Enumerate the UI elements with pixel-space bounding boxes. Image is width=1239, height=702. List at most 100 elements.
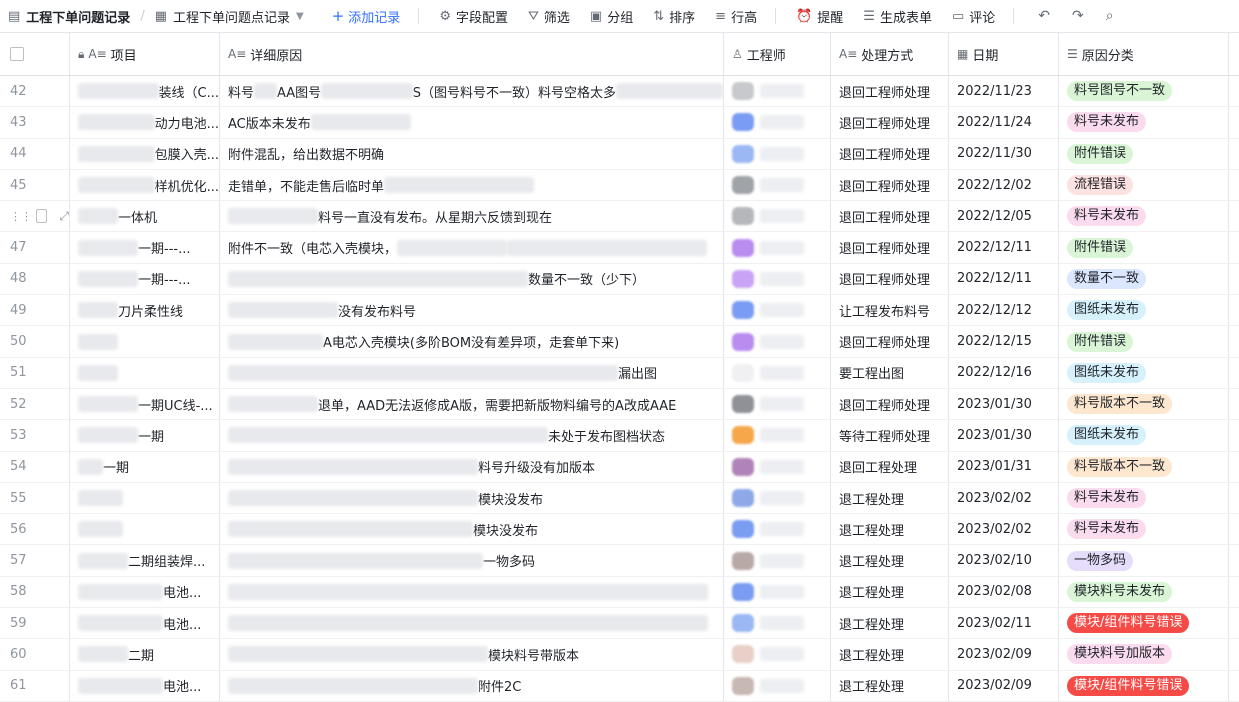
detail-cell[interactable]: 附件混乱，给出数据不明确 bbox=[220, 138, 724, 169]
method-cell[interactable]: 退工程处理 bbox=[831, 545, 949, 576]
method-cell[interactable]: 退回工程师处理 bbox=[831, 138, 949, 169]
method-cell[interactable]: 退工程处理 bbox=[831, 576, 949, 608]
project-cell[interactable]: 一体机 bbox=[70, 201, 220, 232]
table-row[interactable]: 59 电池... 退工程处理 2023/02/11 模块/组件料号错误 bbox=[0, 608, 1239, 640]
method-cell[interactable]: 退工程处理 bbox=[831, 670, 949, 701]
date-cell[interactable]: 2022/12/05 bbox=[949, 201, 1059, 232]
engineer-cell[interactable] bbox=[724, 76, 831, 107]
date-cell[interactable]: 2023/02/11 bbox=[949, 608, 1059, 639]
detail-cell[interactable]: 附件2C bbox=[220, 670, 724, 701]
method-cell[interactable]: 退回工程处理 bbox=[831, 451, 949, 482]
detail-cell[interactable]: 未处于发布图档状态 bbox=[220, 420, 724, 451]
project-cell[interactable]: 动力电池... bbox=[70, 107, 220, 138]
date-cell[interactable]: 2022/12/02 bbox=[949, 169, 1059, 201]
date-cell[interactable]: 2023/02/10 bbox=[949, 545, 1059, 576]
category-cell[interactable]: 模块/组件料号错误 bbox=[1059, 670, 1229, 701]
row-number-cell[interactable]: 60 bbox=[0, 639, 70, 670]
project-cell[interactable] bbox=[70, 326, 220, 357]
row-number-cell[interactable]: 57 bbox=[0, 545, 70, 576]
table-row[interactable]: 56 模块没发布 退工程处理 2023/02/02 料号未发布 bbox=[0, 514, 1239, 546]
engineer-cell[interactable] bbox=[724, 576, 831, 608]
method-cell[interactable]: 退回工程师处理 bbox=[831, 232, 949, 263]
category-cell[interactable]: 料号未发布 bbox=[1059, 482, 1229, 514]
project-cell[interactable]: 一期---... bbox=[70, 232, 220, 263]
search-icon[interactable]: ⌕ bbox=[1106, 8, 1114, 24]
row-number-cell[interactable]: 42 bbox=[0, 76, 70, 107]
table-row[interactable]: 47 一期---... 附件不一致（ 电芯入壳模块， 退回工程师处理 2022/12/11… bbox=[0, 232, 1239, 264]
comment-button[interactable]: ▭ 评论 bbox=[952, 7, 995, 26]
engineer-cell[interactable] bbox=[724, 138, 831, 169]
engineer-cell[interactable] bbox=[724, 201, 831, 232]
header-engineer[interactable]: ♙ 工程师 bbox=[724, 33, 831, 75]
row-number-cell[interactable]: 53 bbox=[0, 420, 70, 451]
method-cell[interactable]: 退工程处理 bbox=[831, 608, 949, 639]
category-cell[interactable]: 料号未发布 bbox=[1059, 107, 1229, 138]
engineer-cell[interactable] bbox=[724, 263, 831, 295]
date-cell[interactable]: 2022/11/24 bbox=[949, 107, 1059, 138]
project-cell[interactable] bbox=[70, 482, 220, 514]
detail-cell[interactable] bbox=[220, 608, 724, 639]
table-row[interactable]: 61 电池... 附件2C 退工程处理 2023/02/09 模块/组件料号错误 bbox=[0, 670, 1239, 702]
row-number-cell[interactable]: 58 bbox=[0, 576, 70, 608]
table-row[interactable]: 49 刀片柔性线 没有发布料号 让工程发布料号 2022/12/12 图纸未发布 bbox=[0, 295, 1239, 327]
table-row[interactable]: 43 动力电池... AC版本未发布 退回工程师处理 2022/11/24 料号未发布 bbox=[0, 107, 1239, 139]
engineer-cell[interactable] bbox=[724, 639, 831, 670]
table-row[interactable]: 42 装线（C... 料号 AA图号 S（图号料号不一致）料号空格太多 退回工程师处理 20… bbox=[0, 76, 1239, 108]
date-cell[interactable]: 2023/01/30 bbox=[949, 420, 1059, 451]
header-method[interactable]: A≡ 处理方式 bbox=[831, 33, 949, 75]
engineer-cell[interactable] bbox=[724, 388, 831, 420]
row-number-cell[interactable]: 54 bbox=[0, 451, 70, 482]
header-category[interactable]: ☰ 原因分类 bbox=[1059, 33, 1229, 75]
field-config-button[interactable]: ⚙ 字段配置 bbox=[439, 7, 508, 26]
detail-cell[interactable]: 料号升级没有加版本 bbox=[220, 451, 724, 482]
row-number-cell[interactable]: 47 bbox=[0, 232, 70, 263]
category-cell[interactable]: 料号未发布 bbox=[1059, 201, 1229, 232]
detail-cell[interactable]: 数量不一致（少下） bbox=[220, 263, 724, 295]
category-cell[interactable]: 料号版本不一致 bbox=[1059, 388, 1229, 420]
engineer-cell[interactable] bbox=[724, 357, 831, 388]
category-cell[interactable]: 附件错误 bbox=[1059, 326, 1229, 357]
category-cell[interactable]: 一物多码 bbox=[1059, 545, 1229, 576]
category-cell[interactable]: 附件错误 bbox=[1059, 138, 1229, 169]
detail-cell[interactable]: 走错单，不能走售后临时单 bbox=[220, 169, 724, 201]
header-select-all[interactable] bbox=[0, 33, 70, 75]
redo-icon[interactable]: ↷ bbox=[1072, 8, 1084, 24]
row-number-cell[interactable]: 49 bbox=[0, 295, 70, 326]
table-row[interactable]: 50 A电芯入壳模块(多阶BOM没有差异项，走套单下来) 退回工程师处理 2022/1… bbox=[0, 326, 1239, 358]
add-record-button[interactable]: + 添加记录 bbox=[332, 7, 401, 26]
table-row[interactable]: 44 包膜入壳... 附件混乱，给出数据不明确 退回工程师处理 2022/11/30 附件… bbox=[0, 138, 1239, 170]
engineer-cell[interactable] bbox=[724, 670, 831, 701]
row-height-button[interactable]: ≡ 行高 bbox=[715, 7, 757, 26]
detail-cell[interactable]: 漏出图 bbox=[220, 357, 724, 388]
engineer-cell[interactable] bbox=[724, 545, 831, 576]
project-cell[interactable]: 二期 bbox=[70, 639, 220, 670]
engineer-cell[interactable] bbox=[724, 169, 831, 201]
method-cell[interactable]: 退回工程师处理 bbox=[831, 263, 949, 295]
table-row[interactable]: 53 一期 未处于发布图档状态 等待工程师处理 2023/01/30 图纸未发布 bbox=[0, 420, 1239, 452]
header-date[interactable]: ▦ 日期 bbox=[949, 33, 1059, 75]
category-cell[interactable]: 料号版本不一致 bbox=[1059, 451, 1229, 482]
project-cell[interactable]: 样机优化... bbox=[70, 169, 220, 201]
date-cell[interactable]: 2022/11/30 bbox=[949, 138, 1059, 169]
date-cell[interactable]: 2023/02/02 bbox=[949, 482, 1059, 514]
date-cell[interactable]: 2023/02/08 bbox=[949, 576, 1059, 608]
remind-button[interactable]: ⏰ 提醒 bbox=[796, 7, 843, 26]
project-cell[interactable] bbox=[70, 357, 220, 388]
select-all-checkbox[interactable] bbox=[10, 47, 24, 61]
project-cell[interactable]: 一期 bbox=[70, 451, 220, 482]
project-cell[interactable] bbox=[70, 514, 220, 545]
date-cell[interactable]: 2023/02/02 bbox=[949, 514, 1059, 545]
category-cell[interactable]: 料号未发布 bbox=[1059, 514, 1229, 545]
engineer-cell[interactable] bbox=[724, 420, 831, 451]
engineer-cell[interactable] bbox=[724, 295, 831, 326]
project-cell[interactable]: 一期 bbox=[70, 420, 220, 451]
view-selector[interactable]: ▦ 工程下单问题点记录 ▼ bbox=[155, 7, 304, 26]
table-row[interactable]: 60 二期 模块料号带版本 退工程处理 2023/02/09 模块料号加版本 bbox=[0, 639, 1239, 671]
sort-button[interactable]: ⇅ 排序 bbox=[653, 7, 695, 26]
method-cell[interactable]: 退工程处理 bbox=[831, 482, 949, 514]
method-cell[interactable]: 要工程出图 bbox=[831, 357, 949, 388]
category-cell[interactable]: 模块料号未发布 bbox=[1059, 576, 1229, 608]
row-number-cell[interactable]: 52 bbox=[0, 388, 70, 420]
row-number-cell[interactable]: 56 bbox=[0, 514, 70, 545]
table-row[interactable]: 51 漏出图 要工程出图 2022/12/16 图纸未发布 bbox=[0, 357, 1239, 389]
